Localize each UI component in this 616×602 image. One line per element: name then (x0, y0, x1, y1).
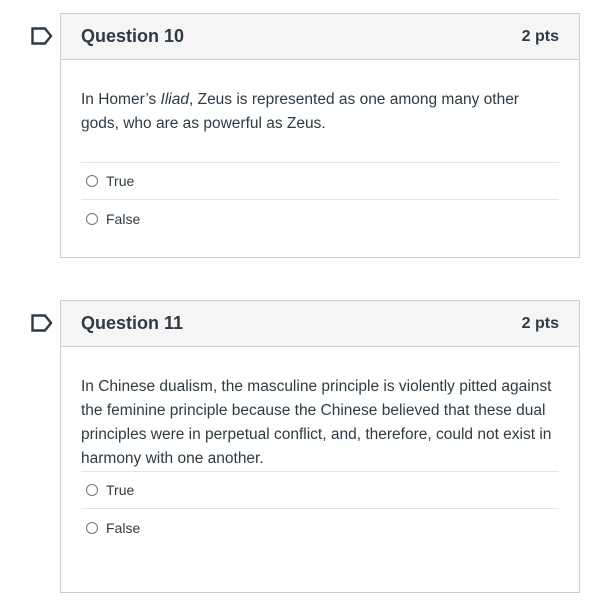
question-text: In Homer’s Iliad, Zeus is represented as… (81, 60, 559, 162)
answer-label: False (106, 210, 141, 227)
radio-button[interactable] (86, 521, 98, 534)
answer-option-true[interactable]: True (81, 472, 559, 509)
answer-list: True False (81, 471, 559, 546)
question-points: 2 pts (521, 314, 559, 332)
flag-question-icon[interactable] (31, 27, 53, 45)
answer-label: True (106, 482, 135, 498)
radio-button[interactable] (86, 212, 98, 225)
question-card-11: Question 11 2 pts In Chinese dualism, th… (31, 300, 580, 593)
answer-label: True (106, 173, 135, 189)
flag-question-icon[interactable] (31, 314, 53, 332)
answer-option-false[interactable]: False (81, 200, 559, 237)
question-title: Question 11 (81, 313, 184, 333)
answer-list: True False (81, 162, 559, 237)
question-text-part: In Homer’s (81, 91, 161, 108)
question-text: In Chinese dualism, the masculine princi… (81, 378, 552, 467)
question-body: In Chinese dualism, the masculine princi… (61, 347, 579, 546)
answer-label: False (106, 519, 141, 536)
question-body: In Homer’s Iliad, Zeus is represented as… (61, 60, 579, 237)
question-card-10: Question 10 2 pts In Homer’s Iliad, Zeus… (31, 13, 580, 258)
question-header: Question 10 2 pts (61, 14, 579, 60)
question-text-italic: Iliad (160, 91, 189, 108)
answer-option-false[interactable]: False (81, 509, 559, 546)
question-title: Question 10 (81, 26, 185, 46)
answer-option-true[interactable]: True (81, 163, 559, 200)
question-points: 2 pts (521, 27, 559, 45)
question-header: Question 11 2 pts (61, 301, 579, 347)
radio-button[interactable] (86, 175, 98, 187)
radio-button[interactable] (86, 484, 98, 496)
